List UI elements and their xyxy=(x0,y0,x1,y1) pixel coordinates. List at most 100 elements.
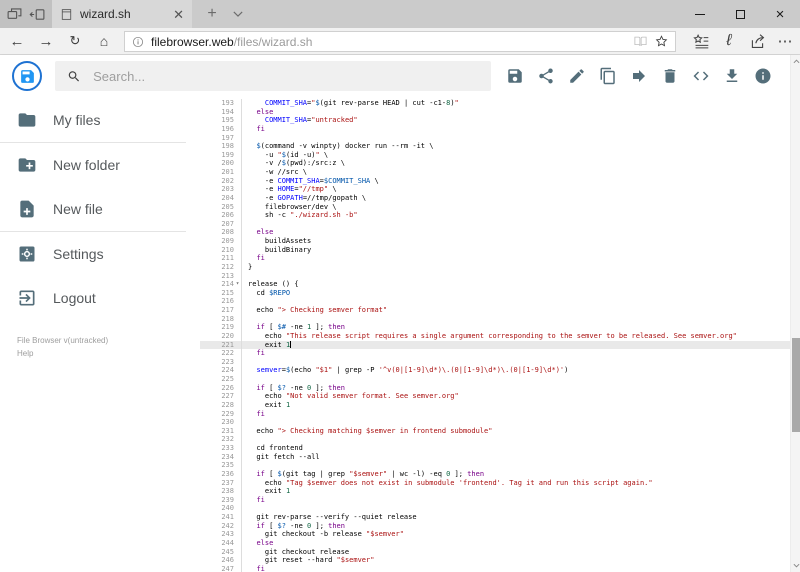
code-line[interactable]: 201 -w //src \ xyxy=(200,168,790,177)
share-button[interactable] xyxy=(537,67,555,85)
site-info-icon[interactable] xyxy=(131,35,145,49)
code-line[interactable]: 197 xyxy=(200,133,790,143)
code-line[interactable]: 245 git checkout release xyxy=(200,547,790,557)
web-note-button[interactable]: ℓ xyxy=(716,28,742,54)
scrollbar-thumb[interactable] xyxy=(792,338,800,432)
code-line[interactable]: 218 xyxy=(200,314,790,324)
code-line[interactable]: 194 else xyxy=(200,107,790,117)
new-tab-button[interactable]: + xyxy=(199,0,225,28)
sidebar-item-new-folder[interactable]: New folder xyxy=(0,143,200,187)
browser-tab[interactable]: wizard.sh ✕ xyxy=(52,0,192,28)
code-line[interactable]: 223 xyxy=(200,357,790,367)
code-line[interactable]: 204 -e GOPATH=//tmp/gopath \ xyxy=(200,193,790,203)
code-line[interactable]: 198 $(command -v winpty) docker run --rm… xyxy=(200,142,790,151)
address-bar[interactable]: filebrowser.web/files/wizard.sh xyxy=(124,31,676,52)
code-line[interactable]: 229 fi xyxy=(200,409,790,419)
code-line[interactable]: 202 -e COMMIT_SHA=$COMMIT_SHA \ xyxy=(200,176,790,186)
sidebar-item-logout[interactable]: Logout xyxy=(0,276,200,320)
code-line[interactable]: 206 sh -c "./wizard.sh -b" xyxy=(200,211,790,220)
filebrowser-logo[interactable] xyxy=(12,61,42,91)
code-line[interactable]: 236 if [ $(git tag | grep "$semver" | wc… xyxy=(200,469,790,479)
sidebar-item-my-files[interactable]: My files xyxy=(0,98,200,142)
code-line[interactable]: 242 if [ $? -ne 0 ]; then xyxy=(200,521,790,531)
minimize-button[interactable] xyxy=(680,0,720,28)
code-line[interactable]: 238 exit 1 xyxy=(200,487,790,496)
close-button[interactable]: × xyxy=(760,0,800,28)
code-line[interactable]: 208 else xyxy=(200,228,790,237)
code-line[interactable]: 231 echo "> Checking matching $semver in… xyxy=(200,426,790,436)
code-line[interactable]: 239 fi xyxy=(200,495,790,505)
code-line[interactable]: 230 xyxy=(200,418,790,427)
code-line[interactable]: 234 git fetch --all xyxy=(200,452,790,462)
forward-button[interactable]: → xyxy=(33,28,59,54)
code-line[interactable]: 200 -v /$(pwd):/src:z \ xyxy=(200,159,790,168)
code-line[interactable]: 221 exit 1 xyxy=(200,340,790,350)
code-line[interactable]: 203 -e HOME="//tmp" \ xyxy=(200,185,790,194)
help-link[interactable]: Help xyxy=(17,347,108,360)
save-button[interactable] xyxy=(506,67,524,85)
code-line[interactable]: 210 buildBinary xyxy=(200,245,790,255)
delete-button[interactable] xyxy=(661,67,679,85)
code-line[interactable]: 227 echo "Not valid semver format. See s… xyxy=(200,392,790,401)
code-line[interactable]: 232 xyxy=(200,435,790,444)
search-box[interactable] xyxy=(55,61,491,91)
edit-button[interactable] xyxy=(568,67,586,85)
set-tabs-aside-icon[interactable] xyxy=(29,6,46,23)
download-button[interactable] xyxy=(723,67,741,85)
hub-favorites-button[interactable] xyxy=(688,28,714,54)
refresh-button[interactable]: ↻ xyxy=(62,28,88,54)
tab-preview-icon[interactable] xyxy=(6,6,23,23)
scroll-down-icon[interactable] xyxy=(791,559,800,572)
share-page-button[interactable] xyxy=(744,28,770,54)
search-input[interactable] xyxy=(91,67,479,85)
move-button[interactable] xyxy=(630,67,648,85)
code-line[interactable]: 237 echo "Tag $semver does not exist in … xyxy=(200,478,790,488)
code-line[interactable]: 209 buildAssets xyxy=(200,237,790,246)
code-line[interactable]: 205 filebrowser/dev \ xyxy=(200,202,790,212)
code-line[interactable]: 193 COMMIT_SHA="$(git rev-parse HEAD | c… xyxy=(200,99,790,108)
code-line[interactable]: 235 xyxy=(200,461,790,470)
code-line[interactable]: 216 xyxy=(200,297,790,306)
code-line[interactable]: 217 echo "> Checking semver format" xyxy=(200,306,790,315)
code-line[interactable]: 195 COMMIT_SHA="untracked" xyxy=(200,116,790,125)
code-line[interactable]: 240 xyxy=(200,504,790,513)
home-button[interactable]: ⌂ xyxy=(91,28,117,54)
fold-marker-icon[interactable]: ▾ xyxy=(234,280,242,289)
reading-view-icon[interactable] xyxy=(633,35,648,48)
code-editor[interactable]: 193 COMMIT_SHA="$(git rev-parse HEAD | c… xyxy=(200,97,790,572)
code-line[interactable]: 233 cd frontend xyxy=(200,444,790,453)
code-line[interactable]: 207 xyxy=(200,219,790,229)
scroll-up-icon[interactable] xyxy=(791,55,800,68)
tab-close-icon[interactable]: ✕ xyxy=(173,8,184,21)
back-button[interactable]: ← xyxy=(4,28,30,54)
code-line[interactable]: 214 ▾ release () { xyxy=(200,280,790,289)
favorite-star-icon[interactable] xyxy=(654,34,669,49)
copy-button[interactable] xyxy=(599,67,617,85)
code-line[interactable]: 220 echo "This release script requires a… xyxy=(200,331,790,341)
browser-menu-button[interactable]: ⋯ xyxy=(772,28,798,54)
info-button[interactable] xyxy=(754,67,772,85)
code-button[interactable] xyxy=(692,67,710,85)
code-line[interactable]: 199 -u "$(id -u)" \ xyxy=(200,150,790,160)
tab-preview-chevron-icon[interactable] xyxy=(226,0,250,28)
code-line[interactable]: 211 fi xyxy=(200,254,790,263)
code-line[interactable]: 228 exit 1 xyxy=(200,400,790,410)
code-line[interactable]: 212} xyxy=(200,262,790,272)
sidebar-item-settings[interactable]: Settings xyxy=(0,232,200,276)
maximize-button[interactable] xyxy=(720,0,760,28)
page-scrollbar[interactable] xyxy=(790,55,800,572)
code-line[interactable]: 219 if [ $# -ne 1 ]; then xyxy=(200,323,790,332)
code-line[interactable]: 213 xyxy=(200,271,790,281)
code-line[interactable]: 222 fi xyxy=(200,349,790,358)
code-line[interactable]: 226 if [ $? -ne 0 ]; then xyxy=(200,383,790,393)
code-line[interactable]: 246 git reset --hard "$semver" xyxy=(200,556,790,565)
code-line[interactable]: 247 fi xyxy=(200,564,790,572)
code-line[interactable]: 215 cd $REPO xyxy=(200,288,790,298)
code-line[interactable]: 224 semver=$(echo "$1" | grep -P '^v(0|[… xyxy=(200,366,790,375)
code-line[interactable]: 241 git rev-parse --verify --quiet relea… xyxy=(200,513,790,522)
sidebar-item-new-file[interactable]: New file xyxy=(0,187,200,231)
code-line[interactable]: 244 else xyxy=(200,538,790,548)
code-line[interactable]: 243 git checkout -b release "$semver" xyxy=(200,530,790,539)
code-line[interactable]: 196 fi xyxy=(200,124,790,134)
code-line[interactable]: 225 xyxy=(200,375,790,384)
